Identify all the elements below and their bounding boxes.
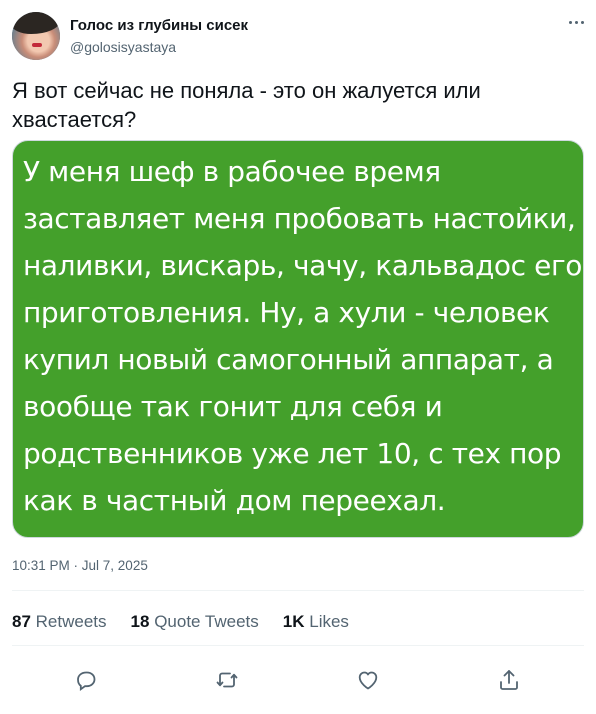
image-text-line: У меня шеф в рабочее время <box>23 155 441 188</box>
image-text-line: приготовления. Ну, а хули - человек <box>23 296 550 329</box>
like-icon[interactable] <box>350 662 386 698</box>
retweet-icon[interactable] <box>209 662 245 698</box>
avatar[interactable] <box>12 12 60 60</box>
reply-icon[interactable] <box>68 662 104 698</box>
share-icon[interactable] <box>491 662 527 698</box>
image-text-line: наливки, вискарь, чачу, кальвадос его <box>23 249 583 282</box>
divider <box>12 645 584 646</box>
more-options-icon[interactable] <box>564 12 588 32</box>
image-text-line: родственников уже лет 10, с тех пор <box>23 437 562 470</box>
likes-stat[interactable]: 1K Likes <box>283 612 349 632</box>
image-text-line: как в частный дом переехал. <box>23 484 446 517</box>
engagement-stats: 87 Retweets 18 Quote Tweets 1K Likes <box>12 612 373 632</box>
tweet-image[interactable]: У меня шеф в рабочее время заставляет ме… <box>12 140 584 538</box>
retweets-stat[interactable]: 87 Retweets <box>12 612 107 632</box>
retweets-count: 87 <box>12 612 31 631</box>
quote-tweets-stat[interactable]: 18 Quote Tweets <box>131 612 259 632</box>
quote-tweets-label: Quote Tweets <box>154 612 259 631</box>
quote-tweets-count: 18 <box>130 612 150 631</box>
author-name[interactable]: Голос из глубины сисек <box>70 17 248 34</box>
retweets-label: Retweets <box>35 612 107 631</box>
likes-count: 1K <box>282 612 305 631</box>
divider <box>12 590 584 591</box>
avatar-lips <box>32 43 42 47</box>
image-text-line: вообще так гонит для себя и <box>23 390 443 423</box>
tweet-text: Я вот сейчас не поняла - это он жалуется… <box>12 78 481 132</box>
likes-label: Likes <box>309 612 349 631</box>
image-text-line: заставляет меня пробовать настойки, <box>23 202 576 235</box>
author-handle[interactable]: @golosisyastaya <box>70 39 176 55</box>
tweet-timestamp[interactable]: 10:31 PM · Jul 7, 2025 <box>12 558 148 573</box>
image-text-line: купил новый самогонный аппарат, а <box>23 343 554 376</box>
